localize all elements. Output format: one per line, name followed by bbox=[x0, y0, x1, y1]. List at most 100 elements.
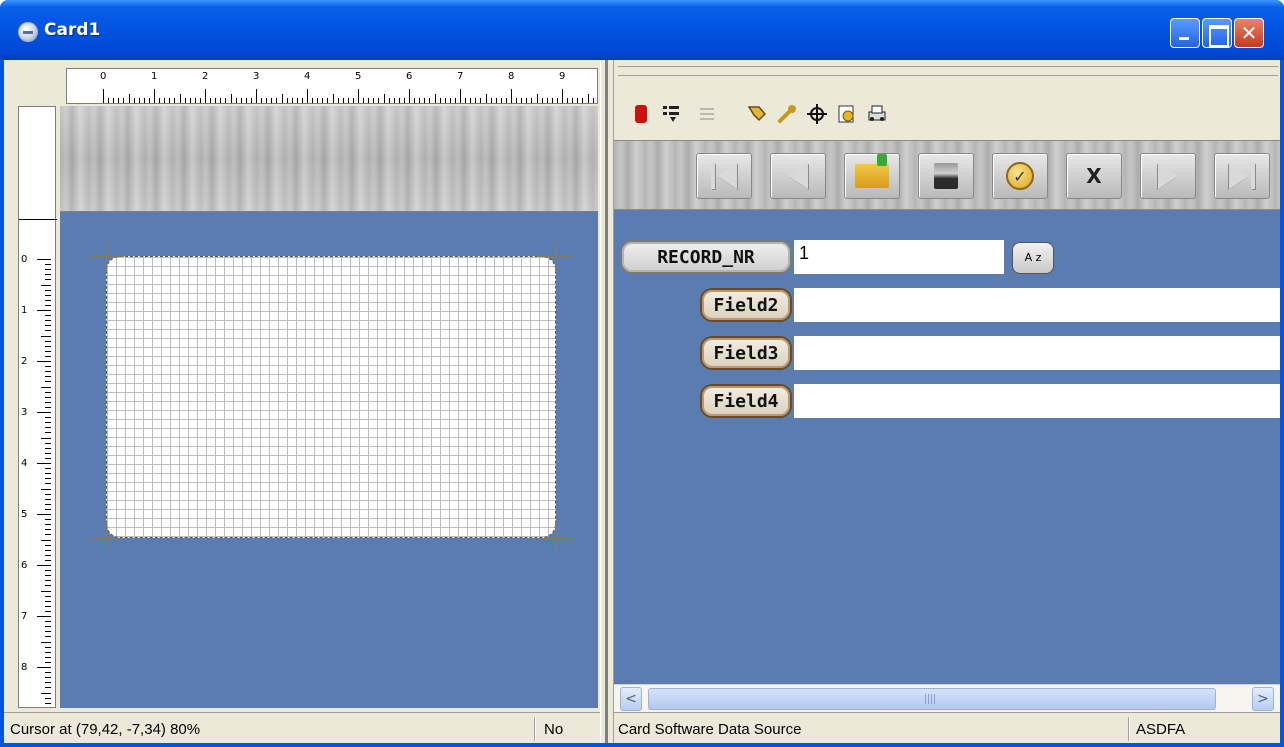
card-surface[interactable] bbox=[106, 256, 556, 538]
ruler-tick bbox=[108, 98, 110, 103]
designer-header-panel bbox=[60, 106, 598, 212]
next-record-button[interactable] bbox=[1140, 153, 1196, 199]
data-status-bar: Card Software Data Source ASDFA bbox=[614, 712, 1280, 743]
ruler-tick bbox=[245, 98, 247, 103]
ruler-tick bbox=[205, 89, 206, 103]
last-record-button[interactable] bbox=[1214, 153, 1270, 199]
ruler-tick bbox=[45, 677, 51, 679]
scroll-thumb[interactable] bbox=[648, 688, 1216, 710]
ruler-label: 3 bbox=[253, 71, 260, 82]
ruler-tick bbox=[419, 98, 421, 103]
ruler-tick bbox=[521, 98, 523, 103]
wrench-icon[interactable] bbox=[774, 100, 800, 128]
list-icon[interactable] bbox=[658, 100, 684, 128]
ruler-tick bbox=[45, 381, 51, 383]
first-record-button[interactable] bbox=[696, 153, 752, 199]
ruler-tick bbox=[460, 89, 461, 103]
ruler-tick bbox=[45, 585, 51, 587]
minimize-button[interactable] bbox=[1170, 18, 1200, 48]
ruler-tick bbox=[531, 98, 533, 103]
crosshair-icon[interactable] bbox=[804, 100, 830, 128]
ruler-tick bbox=[103, 89, 104, 103]
ruler-tick bbox=[138, 98, 140, 103]
record-nr-input[interactable]: 1 bbox=[794, 240, 1004, 274]
ruler-tick bbox=[41, 641, 51, 643]
ruler-tick bbox=[45, 636, 51, 638]
ruler-tick bbox=[45, 289, 51, 291]
ruler-tick bbox=[414, 98, 416, 103]
export-icon[interactable] bbox=[834, 100, 860, 128]
ruler-tick bbox=[429, 98, 431, 103]
ruler-tick bbox=[526, 98, 528, 103]
ruler-tick bbox=[189, 98, 191, 103]
maximize-button[interactable] bbox=[1202, 18, 1232, 48]
vertical-ruler: 0 1 2 3 4 5 6 7 8 bbox=[18, 106, 57, 708]
ruler-tick bbox=[317, 98, 319, 103]
record-icon[interactable] bbox=[628, 100, 654, 128]
ruler-tick bbox=[45, 396, 51, 398]
ruler-tick bbox=[358, 89, 359, 103]
tag-icon[interactable] bbox=[744, 100, 770, 128]
ruler-tick bbox=[41, 386, 51, 388]
ruler-tick bbox=[45, 417, 51, 419]
ruler-tick bbox=[41, 692, 51, 694]
ruler-tick bbox=[587, 94, 589, 103]
ruler-tick bbox=[250, 98, 252, 103]
ruler-tick bbox=[230, 94, 232, 103]
folder-add-icon bbox=[855, 154, 889, 188]
insert-record-button[interactable] bbox=[844, 153, 900, 199]
ruler-tick bbox=[45, 483, 51, 485]
previous-arrow-icon bbox=[788, 163, 808, 189]
ruler-tick bbox=[45, 366, 51, 368]
ruler-tick bbox=[45, 524, 51, 526]
toolbar-grip[interactable] bbox=[618, 66, 1278, 76]
ruler-tick bbox=[45, 340, 51, 342]
ruler-tick bbox=[45, 687, 51, 689]
ruler-tick bbox=[556, 98, 558, 103]
ruler-label: 8 bbox=[21, 662, 28, 673]
scroll-right-button[interactable]: > bbox=[1252, 687, 1274, 711]
crop-mark bbox=[90, 256, 124, 257]
app-icon[interactable] bbox=[18, 22, 38, 42]
close-button[interactable]: ✕ bbox=[1234, 18, 1264, 48]
previous-record-button[interactable] bbox=[770, 153, 826, 199]
crop-mark bbox=[106, 522, 107, 552]
ruler-tick bbox=[113, 98, 115, 103]
crop-mark bbox=[106, 242, 107, 272]
crop-mark bbox=[90, 538, 124, 539]
field4-input[interactable] bbox=[794, 384, 1280, 418]
scroll-left-button[interactable]: < bbox=[620, 687, 642, 711]
ruler-tick bbox=[45, 442, 51, 444]
ruler-tick bbox=[434, 94, 436, 103]
ruler-tick bbox=[45, 605, 51, 607]
ruler-tick bbox=[45, 575, 51, 577]
print-icon[interactable] bbox=[864, 100, 890, 128]
pane-splitter[interactable] bbox=[600, 60, 614, 743]
ruler-tick bbox=[45, 661, 51, 663]
ruler-tick bbox=[45, 702, 51, 704]
ruler-tick bbox=[439, 98, 441, 103]
title-bar[interactable]: Card1 ✕ bbox=[0, 0, 1284, 60]
field2-input[interactable] bbox=[794, 288, 1280, 322]
ruler-tick bbox=[45, 534, 51, 536]
ruler-tick bbox=[393, 98, 395, 103]
ruler-tick bbox=[45, 473, 51, 475]
ruler-tick bbox=[409, 89, 410, 103]
ruler-tick bbox=[368, 98, 370, 103]
design-canvas[interactable] bbox=[60, 212, 598, 708]
ruler-tick bbox=[449, 98, 451, 103]
delete-record-button[interactable]: X bbox=[1066, 153, 1122, 199]
ruler-label: 3 bbox=[21, 407, 28, 418]
post-record-button[interactable] bbox=[918, 153, 974, 199]
ruler-label: 7 bbox=[21, 611, 28, 622]
field3-input[interactable] bbox=[794, 336, 1280, 370]
ruler-tick bbox=[45, 682, 51, 684]
refresh-button[interactable]: ✓ bbox=[992, 153, 1048, 199]
ruler-tick bbox=[45, 371, 51, 373]
ruler-tick bbox=[220, 98, 222, 103]
ruler-tick bbox=[41, 437, 51, 439]
horizontal-scrollbar[interactable]: < > bbox=[614, 684, 1280, 712]
sort-button[interactable]: A z bbox=[1012, 242, 1054, 274]
ruler-tick bbox=[45, 452, 51, 454]
ruler-tick bbox=[261, 98, 263, 103]
